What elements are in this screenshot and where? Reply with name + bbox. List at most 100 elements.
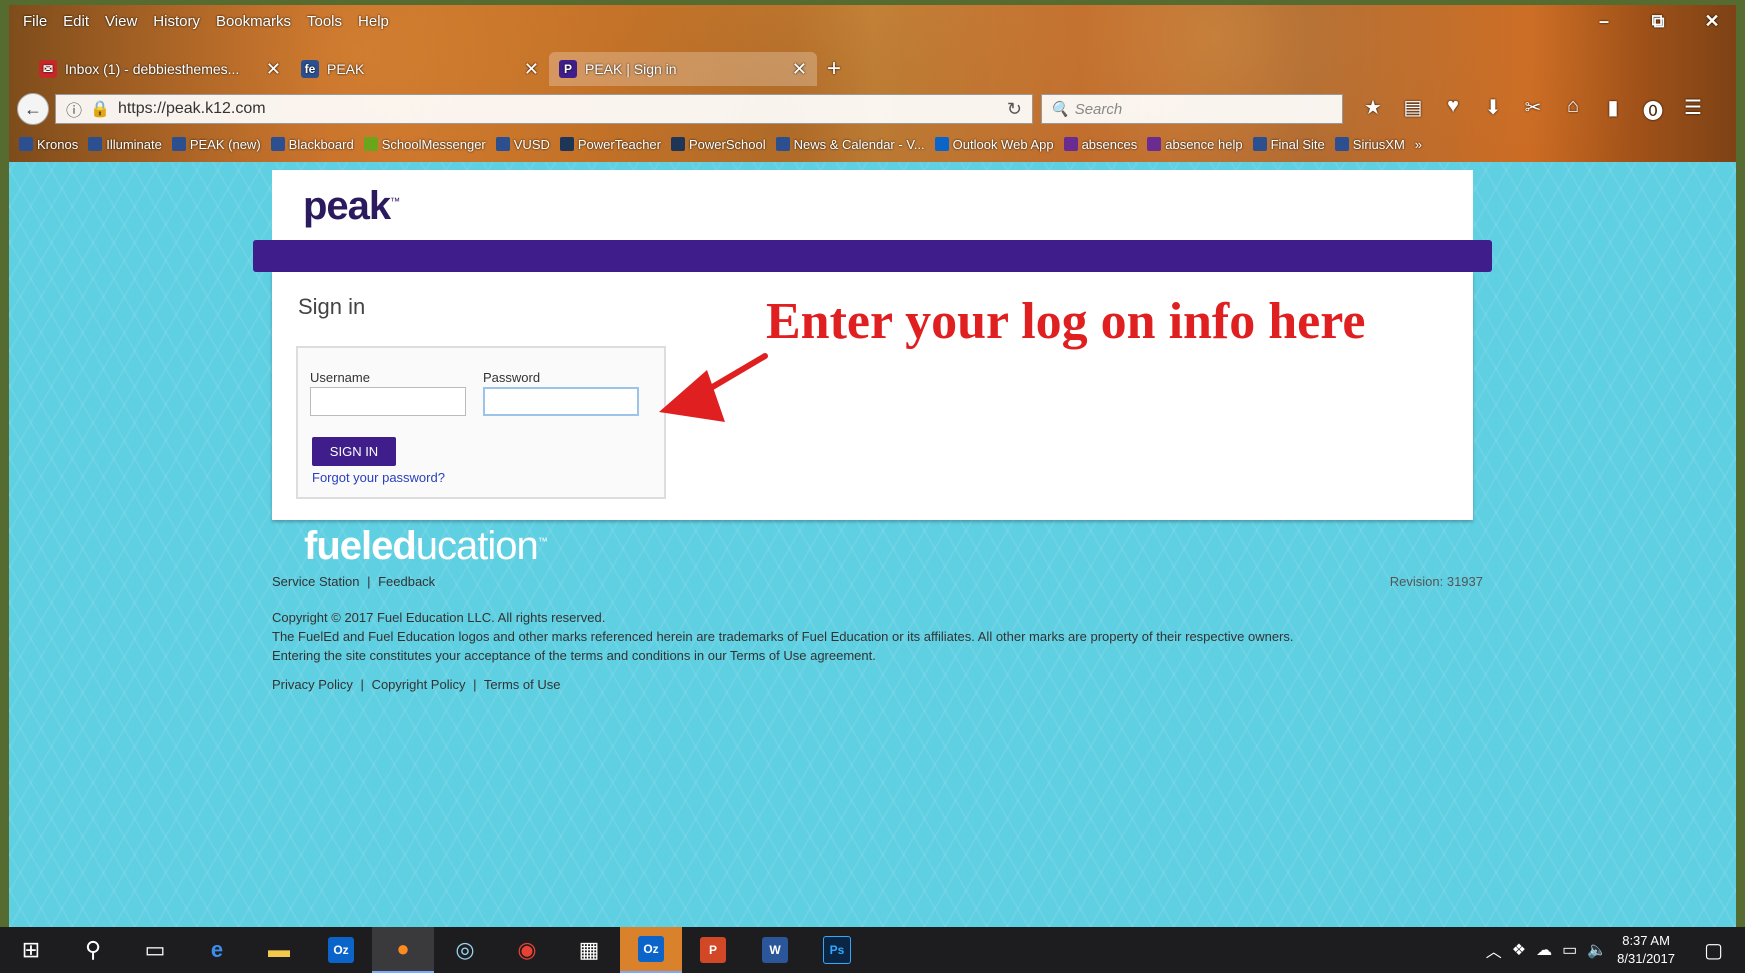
outlook-icon[interactable]: Oz <box>310 927 372 973</box>
dropbox-icon[interactable]: ❖ <box>1512 940 1526 960</box>
bookmark-absences[interactable]: absences <box>1063 137 1137 152</box>
bookmarks-bar: Kronos Illuminate PEAK (new) Blackboard … <box>19 131 1730 157</box>
bookmark-star-icon[interactable]: ★ <box>1353 95 1393 124</box>
bookmark-illuminate[interactable]: Illuminate <box>88 137 162 152</box>
footer-links: Service Station | Feedback <box>272 574 435 589</box>
cloud-icon[interactable]: ☁ <box>1536 940 1552 960</box>
menu-help[interactable]: Help <box>350 11 397 32</box>
menu-file[interactable]: File <box>15 11 55 32</box>
search-icon[interactable]: ⚲ <box>62 927 124 973</box>
bookmark-siriusxm[interactable]: SiriusXM <box>1334 137 1405 152</box>
close-icon[interactable]: ✕ <box>266 59 281 80</box>
outlook-active-icon[interactable]: Oz <box>620 927 682 973</box>
menu-history[interactable]: History <box>145 11 208 32</box>
hamburger-menu-icon[interactable]: ☰ <box>1673 95 1713 124</box>
back-arrow-icon: ← <box>24 98 42 119</box>
powerpoint-icon[interactable]: P <box>682 927 744 973</box>
copyright-policy-link[interactable]: Copyright Policy <box>372 677 466 692</box>
bookmark-label: PowerSchool <box>689 136 766 152</box>
tab-peak[interactable]: fe PEAK ✕ <box>291 52 549 86</box>
menu-bar: File Edit View History Bookmarks Tools H… <box>15 11 397 32</box>
bookmark-icon <box>1334 137 1349 151</box>
edge-icon[interactable]: e <box>186 927 248 973</box>
bookmark-icon <box>671 137 685 151</box>
menu-edit[interactable]: Edit <box>55 11 97 32</box>
bookmark-peak-new[interactable]: PEAK (new) <box>171 137 261 152</box>
reload-icon[interactable]: ↻ <box>1007 99 1022 120</box>
task-view-icon[interactable]: ▭ <box>124 927 186 973</box>
close-icon[interactable]: ✕ <box>792 59 807 80</box>
bookmark-absence-help[interactable]: absence help <box>1147 137 1243 152</box>
close-icon[interactable]: ✕ <box>524 59 539 80</box>
tab-label: PEAK | Sign in <box>585 61 677 77</box>
username-label: Username <box>310 370 370 385</box>
start-icon[interactable]: ⊞ <box>0 927 62 973</box>
search-icon: 🔍 <box>1050 101 1069 118</box>
bookmarks-overflow-button[interactable]: » <box>1415 137 1422 152</box>
bookmark-powerschool[interactable]: PowerSchool <box>671 137 766 152</box>
logo-bold: fueled <box>304 524 417 568</box>
maximize-button[interactable]: ⧉ <box>1648 11 1668 32</box>
bookmark-final-site[interactable]: Final Site <box>1252 137 1325 152</box>
network-status-icon[interactable]: ▭ <box>1562 940 1577 960</box>
library-icon[interactable]: ▤ <box>1393 95 1433 124</box>
username-field[interactable] <box>310 387 466 416</box>
word-icon[interactable]: W <box>744 927 806 973</box>
extension-icon[interactable]: ▮ <box>1593 95 1633 124</box>
home-icon[interactable]: ⌂ <box>1553 95 1593 124</box>
minimize-button[interactable]: – <box>1594 11 1614 32</box>
policy-links: Privacy Policy | Copyright Policy | Term… <box>272 677 560 692</box>
menu-bookmarks[interactable]: Bookmarks <box>208 11 299 32</box>
logo-light: ucation <box>415 524 539 568</box>
trademark: ™ <box>390 196 400 208</box>
menu-view[interactable]: View <box>97 11 145 32</box>
lock-icon: 🔒 <box>90 101 110 118</box>
privacy-policy-link[interactable]: Privacy Policy <box>272 677 353 692</box>
red-arrow-icon <box>659 353 768 422</box>
forgot-password-link[interactable]: Forgot your password? <box>312 470 445 485</box>
clock[interactable]: 8:37 AM 8/31/2017 <box>1617 932 1675 968</box>
close-button[interactable]: ✕ <box>1702 11 1722 32</box>
bookmark-icon <box>559 137 574 151</box>
firefox-icon[interactable]: ● <box>372 927 434 973</box>
info-icon: ⓘ <box>66 103 83 120</box>
time: 8:37 AM <box>1622 933 1670 948</box>
menu-tools[interactable]: Tools <box>299 11 350 32</box>
tab-inbox[interactable]: ✉ Inbox (1) - debbiesthemes... ✕ <box>29 52 291 86</box>
trademark-line: The FuelEd and Fuel Education logos and … <box>272 629 1294 644</box>
password-field[interactable] <box>483 387 639 416</box>
volume-icon[interactable]: 🔈 <box>1587 940 1607 960</box>
new-tab-button[interactable]: + <box>827 52 841 86</box>
action-center-icon[interactable]: ▢ <box>1704 938 1723 963</box>
calculator-icon[interactable]: ▦ <box>558 927 620 973</box>
file-explorer-icon[interactable]: ▬ <box>248 927 310 973</box>
bookmark-schoolmessenger[interactable]: SchoolMessenger <box>363 137 486 152</box>
url-bar[interactable]: ⓘ 🔒 https://peak.k12.com ↻ <box>55 94 1033 124</box>
bookmark-news-calendar[interactable]: News & Calendar - V... <box>775 137 925 152</box>
url-text[interactable]: https://peak.k12.com <box>118 100 999 118</box>
logo-text: peak <box>303 184 391 228</box>
download-icon[interactable]: ⬇ <box>1473 95 1513 124</box>
bookmark-kronos[interactable]: Kronos <box>19 137 78 152</box>
bookmark-outlook[interactable]: Outlook Web App <box>934 137 1054 152</box>
terms-of-use-link[interactable]: Terms of Use <box>484 677 561 692</box>
copyright-line: Copyright © 2017 Fuel Education LLC. All… <box>272 610 606 625</box>
back-button[interactable]: ← <box>17 93 49 125</box>
sign-in-button[interactable]: SIGN IN <box>312 437 396 466</box>
feedback-link[interactable]: Feedback <box>378 574 435 589</box>
photoshop-icon[interactable]: Ps <box>806 927 868 973</box>
tab-peak-sign-in[interactable]: P PEAK | Sign in ✕ <box>549 52 817 86</box>
service-station-link[interactable]: Service Station <box>272 574 359 589</box>
pinterest-icon[interactable]: ⓿ <box>1633 95 1673 124</box>
network-icon[interactable]: ◎ <box>434 927 496 973</box>
chrome-icon[interactable]: ◉ <box>496 927 558 973</box>
annotation-text: Enter your log on info here <box>766 293 1366 350</box>
pocket-icon[interactable]: ♥ <box>1433 95 1473 124</box>
outlook-glyph: Oz <box>328 937 354 963</box>
search-input[interactable]: 🔍 Search <box>1041 94 1343 124</box>
bookmark-vusd[interactable]: VUSD <box>495 137 550 152</box>
chevron-up-icon[interactable]: ︿ <box>1486 938 1502 962</box>
screenshot-icon[interactable]: ✂ <box>1513 95 1553 124</box>
bookmark-blackboard[interactable]: Blackboard <box>270 137 354 152</box>
bookmark-powerteacher[interactable]: PowerTeacher <box>559 137 661 152</box>
